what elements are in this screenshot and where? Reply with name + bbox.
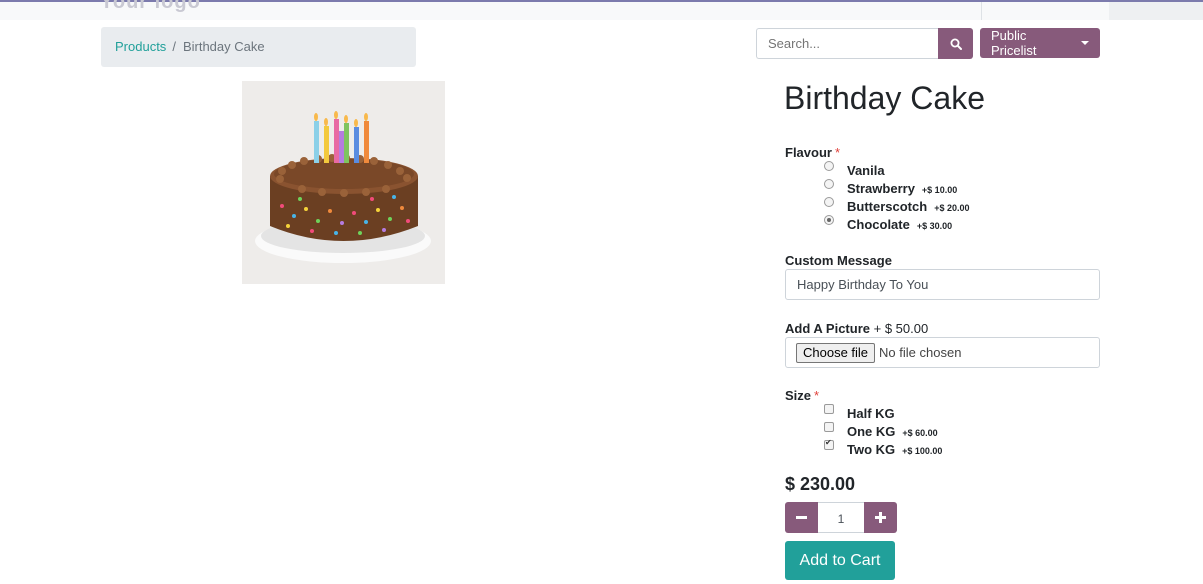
flavour-label-text: Flavour (785, 145, 832, 160)
site-logo[interactable]: Your logo (100, 0, 201, 14)
radio-button[interactable] (824, 179, 834, 189)
minus-icon (796, 516, 807, 519)
flavour-option-butterscotch[interactable]: Butterscotch +$ 20.00 (824, 197, 969, 215)
checkbox[interactable] (824, 404, 834, 414)
product-title: Birthday Cake (784, 80, 985, 116)
quantity-decrease-button[interactable] (785, 502, 818, 533)
picture-file-input[interactable]: Choose file No file chosen (785, 337, 1100, 368)
custom-message-label: Custom Message (785, 253, 892, 268)
option-price: +$ 20.00 (934, 202, 970, 213)
quantity-increase-button[interactable] (864, 502, 897, 533)
option-label: One KG (847, 423, 896, 439)
flavour-label: Flavour * (785, 145, 840, 160)
option-label: Two KG (847, 441, 896, 457)
radio-button-checked[interactable] (824, 215, 834, 225)
breadcrumb-current: Birthday Cake (182, 39, 265, 54)
add-picture-label: Add A Picture + $ 50.00 (785, 321, 928, 336)
breadcrumb-separator: / (172, 39, 176, 54)
radio-button[interactable] (824, 197, 834, 207)
search-button[interactable] (938, 28, 973, 59)
flavour-option-strawberry[interactable]: Strawberry +$ 10.00 (824, 179, 957, 197)
add-to-cart-button[interactable]: Add to Cart (785, 541, 895, 580)
size-label-text: Size (785, 388, 812, 403)
option-price: +$ 60.00 (902, 427, 938, 438)
top-navbar: Your logo (0, 0, 1203, 20)
option-label: Vanila (847, 162, 885, 178)
option-price: +$ 10.00 (921, 184, 958, 195)
size-label: Size * (785, 388, 819, 403)
option-price: +$ 100.00 (902, 445, 943, 456)
quantity-input[interactable]: 1 (818, 502, 864, 533)
chevron-down-icon (1081, 41, 1089, 45)
navbar-divider (981, 2, 982, 20)
radio-button[interactable] (824, 161, 834, 171)
option-label: Half KG (847, 405, 895, 421)
navbar-tab[interactable] (1109, 2, 1203, 20)
add-picture-label-text: Add A Picture (785, 321, 870, 336)
size-option-one-kg[interactable]: One KG +$ 60.00 (824, 422, 938, 440)
file-status: No file chosen (879, 345, 962, 360)
breadcrumb: Products / Birthday Cake (101, 27, 416, 67)
product-image (242, 81, 445, 284)
option-label: Chocolate (847, 216, 910, 232)
size-option-two-kg[interactable]: Two KG +$ 100.00 (824, 438, 943, 458)
custom-message-input[interactable] (785, 269, 1100, 300)
flavour-option-vanila[interactable]: Vanila (824, 161, 885, 179)
plus-icon (875, 512, 886, 523)
option-label: Strawberry (847, 180, 915, 196)
add-picture-price: + $ 50.00 (873, 321, 929, 336)
checkbox-checked[interactable] (824, 438, 834, 450)
required-mark: * (834, 145, 841, 160)
option-price: +$ 30.00 (916, 220, 953, 231)
search-icon (950, 38, 962, 50)
option-label: Butterscotch (847, 198, 928, 214)
flavour-option-chocolate[interactable]: Chocolate +$ 30.00 (824, 215, 952, 233)
checkbox[interactable] (824, 422, 834, 432)
pricelist-label: Public Pricelist (991, 28, 1037, 58)
required-mark: * (814, 388, 820, 403)
product-price: $ 230.00 (785, 474, 856, 494)
search-input[interactable] (756, 28, 939, 59)
breadcrumb-products-link[interactable]: Products (115, 39, 166, 54)
size-option-half-kg[interactable]: Half KG (824, 404, 895, 422)
choose-file-button[interactable]: Choose file (796, 342, 876, 363)
pricelist-dropdown[interactable]: Public Pricelist (980, 28, 1100, 58)
